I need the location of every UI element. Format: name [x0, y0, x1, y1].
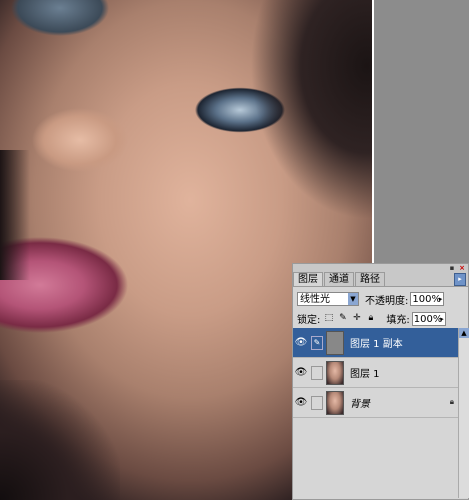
- scrollbar[interactable]: ▲: [458, 328, 469, 498]
- panel-tabs: 图层 通道 路径 ▸: [293, 272, 468, 287]
- panel-title-bar[interactable]: ▪ ×: [293, 264, 468, 272]
- document-canvas[interactable]: Bai 经验 ▪ × 图层 通道 路径 ▸ 线性光 ▼ 不透明度: 100% ▸…: [0, 0, 469, 500]
- hair-region: [0, 150, 30, 280]
- slider-arrow-icon[interactable]: ▸: [439, 293, 443, 306]
- eye-icon[interactable]: 👁︎: [293, 337, 309, 348]
- slider-arrow-icon[interactable]: ▸: [440, 313, 444, 326]
- layer-row-background[interactable]: 👁︎ 背景 🔒︎: [293, 388, 458, 418]
- close-icon[interactable]: ×: [458, 264, 466, 272]
- blend-row: 线性光 ▼ 不透明度: 100% ▸: [293, 290, 468, 308]
- opacity-value: 100%: [412, 294, 441, 305]
- layer-thumbnail: [326, 390, 344, 415]
- layer-name: 背景: [350, 399, 370, 410]
- layer-row-layer1[interactable]: 👁︎ 图层 1: [293, 358, 458, 388]
- fill-label: 填充:: [386, 315, 410, 326]
- chevron-down-icon[interactable]: ▼: [348, 293, 358, 305]
- link-slot[interactable]: [311, 365, 323, 380]
- layer-thumbnail: [326, 330, 344, 355]
- blend-mode-value: 线性光: [300, 294, 330, 305]
- fill-input[interactable]: 100% ▸: [411, 311, 446, 326]
- opacity-label: 不透明度:: [365, 295, 409, 307]
- lock-image-brush-icon[interactable]: ✎: [337, 313, 348, 324]
- lock-transparent-icon[interactable]: ⬚: [323, 313, 334, 324]
- hair-region: [0, 380, 120, 500]
- lock-label: 锁定:: [297, 315, 321, 326]
- tab-paths[interactable]: 路径: [355, 272, 385, 286]
- blend-mode-select[interactable]: 线性光 ▼: [297, 292, 359, 306]
- layer-row-copy[interactable]: 👁︎ ✎ 图层 1 副本: [293, 328, 458, 358]
- layer-name: 图层 1 副本: [350, 339, 403, 350]
- scroll-up-icon[interactable]: ▲: [459, 328, 469, 338]
- fill-value: 100%: [413, 313, 443, 325]
- brush-icon[interactable]: ✎: [311, 335, 323, 350]
- panel-menu-icon[interactable]: ▸: [454, 273, 466, 286]
- layers-list: 👁︎ ✎ 图层 1 副本 👁︎ 图层 1 👁︎ 背景 🔒︎: [293, 328, 468, 498]
- layer-name: 图层 1: [350, 369, 380, 380]
- minimize-icon[interactable]: ▪: [448, 264, 456, 272]
- eye-icon[interactable]: 👁︎: [293, 367, 309, 378]
- lock-all-icon[interactable]: 🔒︎: [365, 313, 376, 324]
- link-slot[interactable]: [311, 395, 323, 410]
- lock-icon: 🔒︎: [449, 397, 454, 406]
- hair-region: [250, 0, 372, 220]
- eye-icon[interactable]: 👁︎: [293, 397, 309, 408]
- lock-row: 锁定: ⬚ ✎ ✛ 🔒︎ 填充: 100% ▸: [293, 310, 468, 327]
- layer-thumbnail: [326, 360, 344, 385]
- tab-layers[interactable]: 图层: [293, 272, 323, 286]
- tab-channels[interactable]: 通道: [324, 272, 354, 286]
- lock-position-move-icon[interactable]: ✛: [351, 313, 362, 324]
- layers-panel: ▪ × 图层 通道 路径 ▸ 线性光 ▼ 不透明度: 100% ▸ 锁定: ⬚ …: [292, 263, 469, 500]
- opacity-input[interactable]: 100% ▸: [410, 292, 445, 306]
